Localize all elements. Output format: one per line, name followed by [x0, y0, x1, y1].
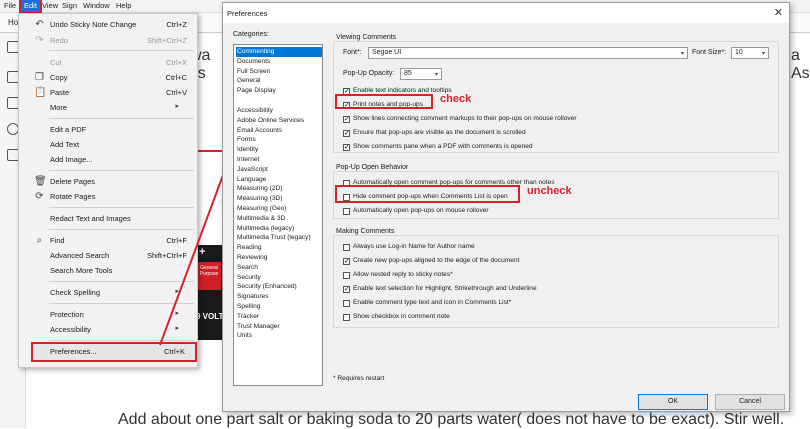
opacity-label: Pop-Up Opacity: — [343, 70, 395, 77]
checkbox-label: Automatically open pop-ups on mouse roll… — [353, 207, 489, 214]
category-item[interactable]: Multimedia & 3D — [236, 214, 322, 224]
annotation-uncheck: uncheck — [527, 185, 572, 197]
category-item[interactable]: Full Screen — [236, 67, 322, 77]
category-item[interactable]: Adobe Online Services — [236, 116, 322, 126]
category-item[interactable]: Measuring (Geo) — [236, 204, 322, 214]
category-item[interactable]: Identity — [236, 145, 322, 155]
checkbox-label: Create new pop-ups aligned to the edge o… — [353, 257, 520, 264]
checkbox-label: Show checkbox in comment note — [353, 313, 450, 320]
checkbox[interactable] — [343, 208, 350, 215]
checkbox-label: Enable text indicators and tooltips — [353, 87, 452, 94]
category-item[interactable]: Multimedia Trust (legacy) — [236, 233, 322, 243]
checkbox-label: Show lines connecting comment markups to… — [353, 115, 577, 122]
font-size-select[interactable]: 10 ▾ — [731, 47, 769, 59]
highlight-print-notes — [335, 94, 433, 109]
category-item[interactable]: Search — [236, 263, 322, 273]
category-item[interactable]: Internet — [236, 155, 322, 165]
making-comments-group: Always use Log-in Name for Author name ✓… — [333, 235, 779, 328]
highlight-hide-popups — [335, 185, 520, 203]
categories-label: Categories: — [233, 31, 269, 38]
font-value: Segoe UI — [372, 49, 402, 56]
checkbox[interactable]: ✓ — [343, 144, 350, 151]
category-item[interactable]: Accessibility — [236, 106, 322, 116]
category-item[interactable]: Security — [236, 273, 322, 283]
checkbox[interactable]: ✓ — [343, 116, 350, 123]
category-item[interactable]: General — [236, 76, 322, 86]
checkbox[interactable] — [343, 244, 350, 251]
checkbox-label: Enable text selection for Highlight, Str… — [353, 285, 537, 292]
category-item[interactable]: Reading — [236, 243, 322, 253]
popup-behavior-title: Pop-Up Open Behavior — [336, 164, 409, 171]
cancel-button[interactable]: Cancel — [715, 394, 785, 410]
category-item[interactable]: Multimedia (legacy) — [236, 224, 322, 234]
category-item[interactable]: JavaScript — [236, 165, 322, 175]
checkbox[interactable] — [343, 300, 350, 307]
chevron-down-icon: ▾ — [761, 51, 765, 57]
preferences-dialog: Preferences ✕ Categories: Commenting Doc… — [222, 2, 790, 412]
checkbox-label: Always use Log-in Name for Author name — [353, 243, 475, 250]
restart-note: * Requires restart — [333, 375, 385, 382]
checkbox[interactable] — [343, 314, 350, 321]
checkbox-label: Allow nested reply to sticky notes* — [353, 271, 453, 278]
category-item[interactable]: Email Accounts — [236, 126, 322, 136]
annotation-check: check — [440, 93, 472, 105]
category-item[interactable]: Reviewing — [236, 253, 322, 263]
chevron-down-icon: ▾ — [680, 51, 684, 57]
category-item[interactable]: Security (Enhanced) — [236, 282, 322, 292]
font-select[interactable]: Segoe UI ▾ — [368, 47, 688, 59]
close-icon[interactable]: ✕ — [774, 6, 783, 19]
category-item[interactable]: Units — [236, 331, 322, 341]
category-item[interactable]: Page Display — [236, 86, 322, 96]
category-item[interactable]: Forms — [236, 135, 322, 145]
category-item[interactable]: Trust Manager — [236, 322, 322, 332]
checkbox-label: Enable comment type text and icon in Com… — [353, 299, 512, 306]
category-item[interactable]: Commenting — [236, 47, 322, 57]
checkbox[interactable]: ✓ — [343, 258, 350, 265]
checkbox[interactable]: ✓ — [343, 286, 350, 293]
category-item[interactable]: Spelling — [236, 302, 322, 312]
category-item[interactable]: Tracker — [236, 312, 322, 322]
category-item[interactable]: Measuring (3D) — [236, 194, 322, 204]
font-label: Font*: — [343, 49, 362, 56]
checkbox[interactable]: ✓ — [343, 130, 350, 137]
checkbox-label: Ensure that pop-ups are visible as the d… — [353, 129, 526, 136]
checkbox-label: Show comments pane when a PDF with comme… — [353, 143, 533, 150]
categories-list[interactable]: Commenting Documents Full Screen General… — [233, 44, 323, 386]
category-item[interactable]: Measuring (2D) — [236, 184, 322, 194]
category-item[interactable]: Language — [236, 175, 322, 185]
ok-button[interactable]: OK — [638, 394, 708, 410]
checkbox[interactable] — [343, 272, 350, 279]
opacity-select[interactable]: 85 ▾ — [400, 68, 442, 80]
dialog-title: Preferences — [227, 9, 268, 18]
font-size-label: Font Size*: — [692, 49, 727, 56]
font-size-value: 10 — [735, 49, 743, 56]
dialog-title-bar: Preferences ✕ — [223, 3, 789, 23]
making-comments-title: Making Comments — [336, 228, 395, 235]
viewing-comments-title: Viewing Comments — [336, 34, 397, 41]
chevron-down-icon: ▾ — [434, 72, 438, 78]
category-item[interactable]: Signatures — [236, 292, 322, 302]
opacity-value: 85 — [404, 70, 412, 77]
category-item[interactable]: Documents — [236, 57, 322, 67]
